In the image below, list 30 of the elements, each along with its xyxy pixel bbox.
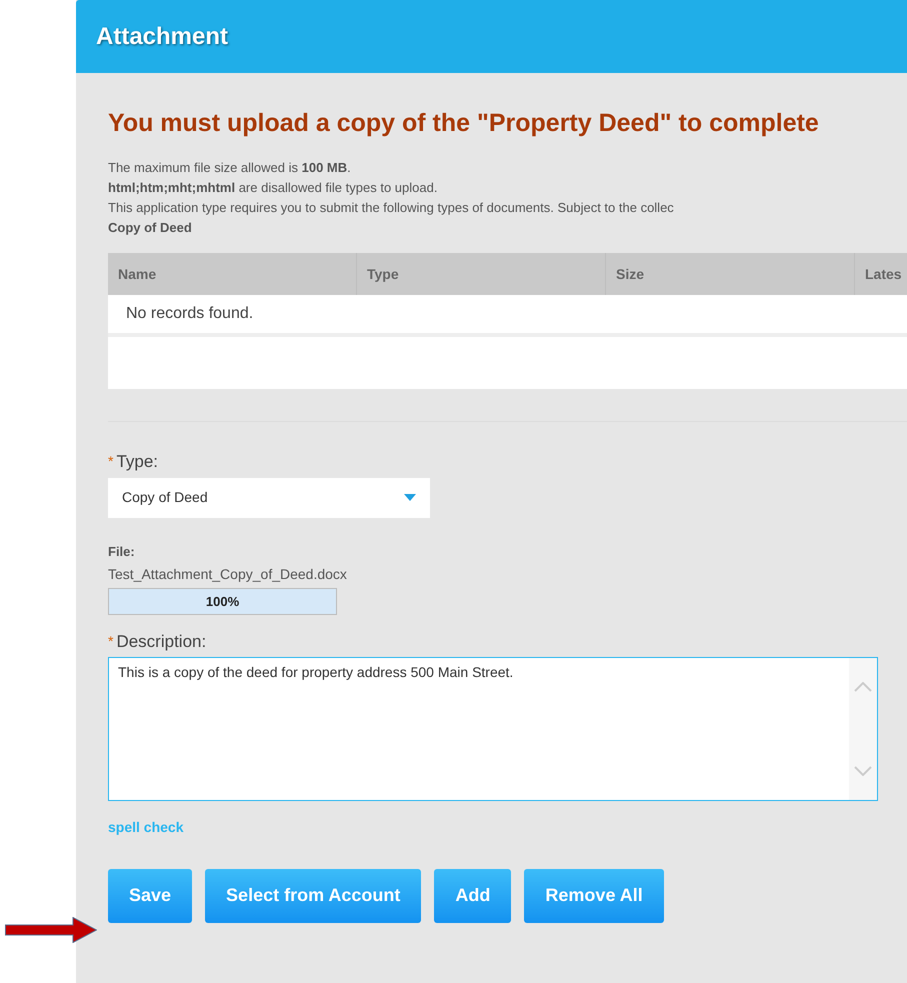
panel-title: Attachment bbox=[96, 22, 228, 52]
scroll-up-icon[interactable] bbox=[854, 682, 872, 692]
description-field[interactable]: This is a copy of the deed for property address 500 Main Street. bbox=[108, 656, 878, 800]
action-button[interactable]: Add bbox=[434, 868, 512, 922]
scroll-bar[interactable] bbox=[849, 658, 877, 800]
field-label: Type: bbox=[116, 451, 158, 473]
notice-heading: You must upload a copy of the "Property Deed" to complete bbox=[108, 108, 819, 139]
file-name: Test_Attachment_Copy_of_Deed.docx bbox=[108, 565, 347, 584]
action-button[interactable]: Remove All bbox=[524, 868, 664, 922]
required-mark: * bbox=[108, 632, 114, 652]
empty-message: No records found. bbox=[126, 304, 254, 324]
action-button[interactable]: Select from Account bbox=[205, 868, 422, 922]
info-text: Copy of Deed bbox=[108, 219, 192, 237]
info-text: This application type requires you to submit the following types of documents. Subject to the collec bbox=[108, 199, 674, 217]
progress-reading: 100% bbox=[204, 592, 240, 611]
field-label: Description: bbox=[116, 631, 206, 653]
scroll-down-icon[interactable] bbox=[854, 766, 872, 776]
column-header: Name bbox=[108, 253, 357, 295]
info-text: The maximum file size allowed is 100 MB. bbox=[108, 159, 351, 177]
column-header: Size bbox=[606, 253, 855, 295]
info-text: html;htm;mht;mhtml are disallowed file types to upload. bbox=[108, 179, 438, 197]
action-button[interactable]: Save bbox=[108, 868, 192, 922]
arrow-icon bbox=[5, 917, 97, 943]
spell-check-link[interactable]: spell check bbox=[108, 816, 184, 838]
type-dropdown[interactable]: Copy of Deed bbox=[108, 478, 430, 518]
required-mark: * bbox=[108, 452, 114, 472]
dropdown-caret-icon bbox=[404, 494, 416, 501]
column-header: Type bbox=[357, 253, 606, 295]
file-label: File: bbox=[108, 542, 135, 560]
column-header: Lates bbox=[864, 264, 903, 284]
